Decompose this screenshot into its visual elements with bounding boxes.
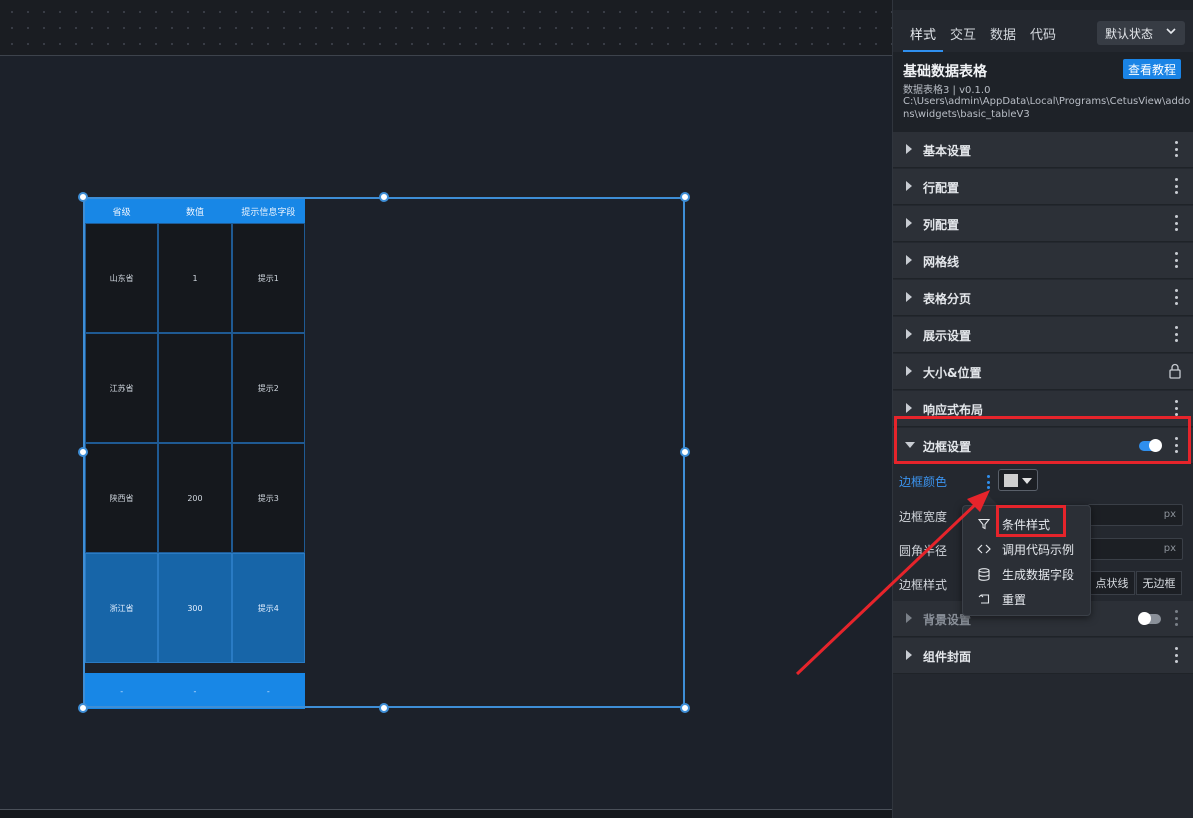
app-root: 省级 数值 提示信息字段 山东省 1 提示1 江苏省 提示2 陕西省 200 提… (0, 0, 1193, 818)
annotation-arrow (795, 490, 990, 676)
